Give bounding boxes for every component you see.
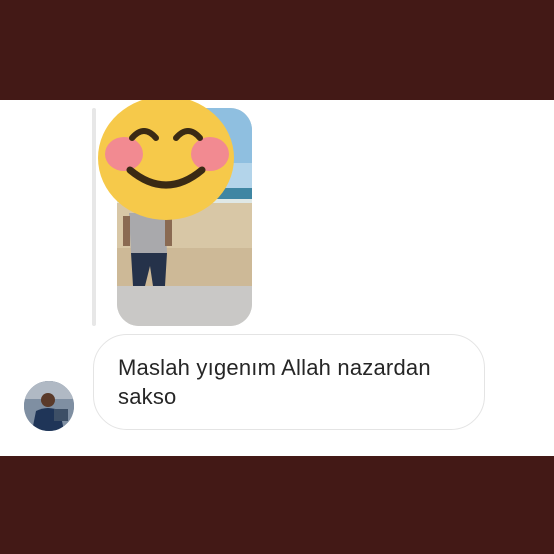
- user-avatar-icon[interactable]: [24, 381, 74, 431]
- message-bubble[interactable]: Maslah yıgenım Allah nazardan sakso: [93, 334, 485, 430]
- smiling-face-with-blush-emoji-icon: [96, 100, 236, 220]
- chat-area: Maslah yıgenım Allah nazardan sakso: [0, 100, 554, 456]
- message-text: Maslah yıgenım Allah nazardan sakso: [118, 355, 431, 409]
